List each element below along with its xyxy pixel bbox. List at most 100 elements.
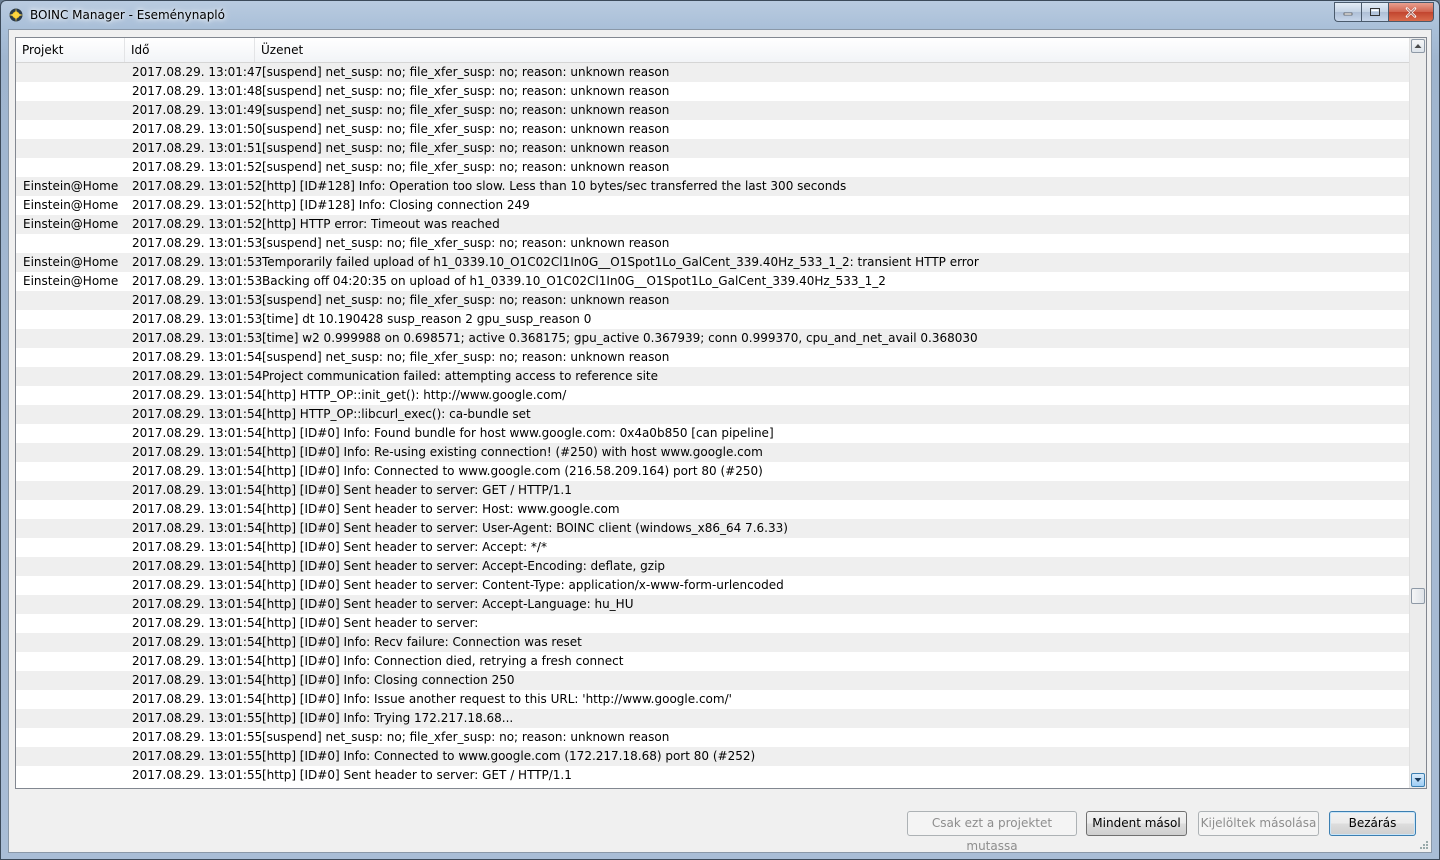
- log-cell-message: [http] [ID#0] Sent header to server: GET…: [262, 483, 572, 497]
- log-row[interactable]: 2017.08.29. 13:01:49 [suspend] net_susp: …: [16, 101, 1410, 120]
- log-row[interactable]: 2017.08.29. 13:01:54 [http] [ID#0] Sent h…: [16, 614, 1410, 633]
- log-cell-message: [suspend] net_susp: no; file_xfer_susp: …: [262, 350, 670, 364]
- vertical-scrollbar[interactable]: [1409, 38, 1426, 788]
- log-cell-message: [http] [ID#0] Info: Found bundle for hos…: [262, 426, 774, 440]
- arrow-down-icon: [1414, 778, 1422, 782]
- log-row[interactable]: 2017.08.29. 13:01:54 Project communicatio…: [16, 367, 1410, 386]
- log-cell-time: 2017.08.29. 13:01:50: [132, 122, 262, 136]
- log-row[interactable]: 2017.08.29. 13:01:54 [http] [ID#0] Info: …: [16, 671, 1410, 690]
- log-cell-time: 2017.08.29. 13:01:49: [132, 103, 262, 117]
- log-row[interactable]: 2017.08.29. 13:01:53 [time] dt 10.190428 …: [16, 310, 1410, 329]
- log-cell-time: 2017.08.29. 13:01:54: [132, 635, 262, 649]
- log-row[interactable]: 2017.08.29. 13:01:48 [suspend] net_susp: …: [16, 82, 1410, 101]
- log-row[interactable]: 2017.08.29. 13:01:54 [http] [ID#0] Info: …: [16, 633, 1410, 652]
- log-cell-message: [suspend] net_susp: no; file_xfer_susp: …: [262, 103, 670, 117]
- log-row[interactable]: 2017.08.29. 13:01:54 [suspend] net_susp: …: [16, 348, 1410, 367]
- log-row[interactable]: 2017.08.29. 13:01:53 [suspend] net_susp: …: [16, 234, 1410, 253]
- log-row[interactable]: 2017.08.29. 13:01:54 [http] [ID#0] Sent h…: [16, 500, 1410, 519]
- log-row[interactable]: 2017.08.29. 13:01:55 [http] [ID#0] Sent h…: [16, 766, 1410, 785]
- log-cell-time: 2017.08.29. 13:01:54: [132, 502, 262, 516]
- log-row[interactable]: 2017.08.29. 13:01:54 [http] [ID#0] Info: …: [16, 424, 1410, 443]
- log-row[interactable]: 2017.08.29. 13:01:53 [time] w2 0.999988 o…: [16, 329, 1410, 348]
- log-cell-message: [http] [ID#0] Info: Issue another reques…: [262, 692, 732, 706]
- show-only-this-project-button[interactable]: Csak ezt a projektet mutassa: [907, 811, 1077, 853]
- log-cell-message: Project communication failed: attempting…: [262, 369, 659, 383]
- scroll-down-button[interactable]: [1411, 773, 1425, 787]
- log-row[interactable]: Einstein@Home 2017.08.29. 13:01:53 Backing…: [16, 272, 1410, 291]
- log-cell-message: [suspend] net_susp: no; file_xfer_susp: …: [262, 84, 670, 98]
- log-row[interactable]: 2017.08.29. 13:01:54 [http] HTTP_OP::libc…: [16, 405, 1410, 424]
- close-button[interactable]: Bezárás: [1329, 811, 1416, 836]
- copy-selected-button[interactable]: Kijelöltek másolása: [1198, 811, 1319, 836]
- log-row[interactable]: Einstein@Home 2017.08.29. 13:01:53 Tempora…: [16, 253, 1410, 272]
- log-row[interactable]: 2017.08.29. 13:01:54 [http] [ID#0] Info: …: [16, 443, 1410, 462]
- scroll-thumb[interactable]: [1411, 588, 1425, 604]
- log-cell-message: [http] [ID#0] Info: Closing connection 2…: [262, 673, 515, 687]
- copy-all-button[interactable]: Mindent másol: [1086, 811, 1187, 836]
- log-row[interactable]: 2017.08.29. 13:01:54 [http] [ID#0] Sent h…: [16, 519, 1410, 538]
- log-row[interactable]: 2017.08.29. 13:01:54 [http] [ID#0] Sent h…: [16, 481, 1410, 500]
- scroll-up-button[interactable]: [1411, 39, 1425, 53]
- log-row[interactable]: 2017.08.29. 13:01:51 [suspend] net_susp: …: [16, 139, 1410, 158]
- log-row[interactable]: 2017.08.29. 13:01:55 [http] [ID#0] Info: …: [16, 747, 1410, 766]
- log-cell-message: [http] HTTP_OP::init_get(): http://www.g…: [262, 388, 567, 402]
- log-row[interactable]: 2017.08.29. 13:01:55 [http] [ID#0] Info: …: [16, 709, 1410, 728]
- log-cell-time: 2017.08.29. 13:01:53: [132, 274, 262, 288]
- log-cell-time: 2017.08.29. 13:01:47: [132, 65, 262, 79]
- log-row[interactable]: 2017.08.29. 13:01:54 [http] HTTP_OP::init…: [16, 386, 1410, 405]
- log-row[interactable]: 2017.08.29. 13:01:54 [http] [ID#0] Info: …: [16, 690, 1410, 709]
- log-cell-message: [http] [ID#128] Info: Operation too slow…: [262, 179, 847, 193]
- log-row[interactable]: 2017.08.29. 13:01:54 [http] [ID#0] Info: …: [16, 462, 1410, 481]
- log-row[interactable]: 2017.08.29. 13:01:53 [suspend] net_susp: …: [16, 291, 1410, 310]
- log-rows: 2017.08.29. 13:01:47 [suspend] net_susp: …: [16, 63, 1410, 785]
- log-row[interactable]: Einstein@Home 2017.08.29. 13:01:52 [http] …: [16, 177, 1410, 196]
- log-row[interactable]: 2017.08.29. 13:01:54 [http] [ID#0] Sent h…: [16, 576, 1410, 595]
- log-row[interactable]: 2017.08.29. 13:01:47 [suspend] net_susp: …: [16, 63, 1410, 82]
- log-cell-time: 2017.08.29. 13:01:53: [132, 293, 262, 307]
- log-cell-message: [http] [ID#0] Sent header to server: Acc…: [262, 597, 634, 611]
- log-cell-message: [http] [ID#0] Sent header to server:: [262, 616, 479, 630]
- log-row[interactable]: 2017.08.29. 13:01:54 [http] [ID#0] Sent h…: [16, 538, 1410, 557]
- dialog-client-area: Projekt Idő Üzenet 2017.08.29. 13:01:47[…: [8, 29, 1432, 853]
- log-cell-message: [http] [ID#0] Sent header to server: Acc…: [262, 540, 547, 554]
- close-window-button[interactable]: [1388, 2, 1434, 22]
- log-cell-time: 2017.08.29. 13:01:53: [132, 331, 262, 345]
- log-cell-time: 2017.08.29. 13:01:54: [132, 407, 262, 421]
- log-cell-message: [http] [ID#0] Info: Re-using existing co…: [262, 445, 763, 459]
- log-cell-message: [suspend] net_susp: no; file_xfer_susp: …: [262, 141, 670, 155]
- log-cell-message: [http] [ID#0] Info: Recv failure: Connec…: [262, 635, 582, 649]
- log-cell-time: 2017.08.29. 13:01:55: [132, 749, 262, 763]
- log-cell-message: [http] [ID#0] Info: Trying 172.217.18.68…: [262, 711, 514, 725]
- column-header-time[interactable]: Idő: [125, 38, 255, 62]
- log-row[interactable]: 2017.08.29. 13:01:55 [suspend] net_susp: …: [16, 728, 1410, 747]
- log-cell-time: 2017.08.29. 13:01:54: [132, 369, 262, 383]
- title-bar[interactable]: BOINC Manager - Eseménynapló: [1, 1, 1439, 29]
- log-cell-message: [suspend] net_susp: no; file_xfer_susp: …: [262, 122, 670, 136]
- column-header-project[interactable]: Projekt: [16, 38, 125, 62]
- window-controls: [1334, 2, 1434, 22]
- log-cell-time: 2017.08.29. 13:01:54: [132, 692, 262, 706]
- log-row[interactable]: 2017.08.29. 13:01:54 [http] [ID#0] Info: …: [16, 652, 1410, 671]
- log-cell-message: [http] [ID#0] Sent header to server: Hos…: [262, 502, 620, 516]
- log-row[interactable]: 2017.08.29. 13:01:50 [suspend] net_susp: …: [16, 120, 1410, 139]
- log-cell-message: [suspend] net_susp: no; file_xfer_susp: …: [262, 65, 670, 79]
- log-row[interactable]: 2017.08.29. 13:01:52 [suspend] net_susp: …: [16, 158, 1410, 177]
- log-cell-message: [time] w2 0.999988 on 0.698571; active 0…: [262, 331, 978, 345]
- log-row[interactable]: 2017.08.29. 13:01:54 [http] [ID#0] Sent h…: [16, 595, 1410, 614]
- log-cell-message: [http] [ID#0] Info: Connected to www.goo…: [262, 749, 756, 763]
- minimize-button[interactable]: [1334, 2, 1361, 22]
- log-cell-time: 2017.08.29. 13:01:54: [132, 559, 262, 573]
- column-header-message[interactable]: Üzenet: [255, 38, 1410, 62]
- boinc-app-icon: [9, 8, 23, 22]
- event-log-list[interactable]: Projekt Idő Üzenet 2017.08.29. 13:01:47[…: [15, 37, 1427, 789]
- boinc-event-log-window: BOINC Manager - Eseménynapló Projekt Idő…: [0, 0, 1440, 860]
- log-row[interactable]: Einstein@Home 2017.08.29. 13:01:52 [http] …: [16, 215, 1410, 234]
- log-cell-time: 2017.08.29. 13:01:53: [132, 255, 262, 269]
- log-cell-time: 2017.08.29. 13:01:54: [132, 616, 262, 630]
- log-row[interactable]: 2017.08.29. 13:01:54 [http] [ID#0] Sent h…: [16, 557, 1410, 576]
- log-row[interactable]: Einstein@Home 2017.08.29. 13:01:52 [http] …: [16, 196, 1410, 215]
- log-cell-time: 2017.08.29. 13:01:54: [132, 673, 262, 687]
- maximize-button[interactable]: [1361, 2, 1388, 22]
- log-cell-message: [suspend] net_susp: no; file_xfer_susp: …: [262, 236, 670, 250]
- resize-grip-icon[interactable]: [1419, 840, 1429, 850]
